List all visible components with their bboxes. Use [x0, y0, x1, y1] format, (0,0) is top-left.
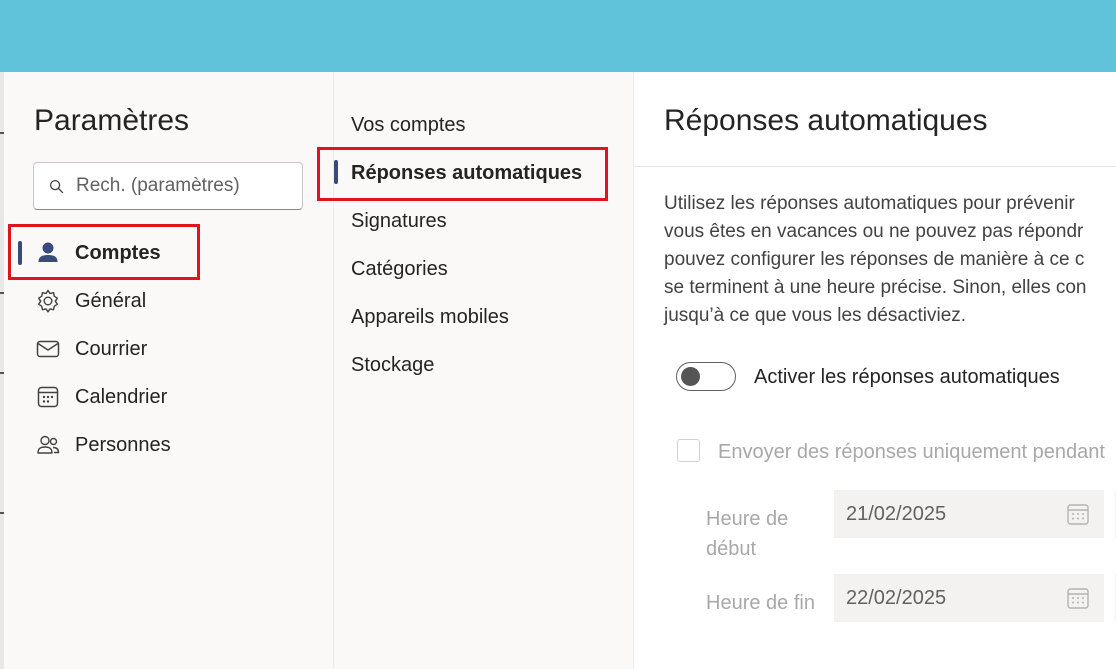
search-icon [48, 178, 64, 194]
sidebar-item-label: Courrier [75, 337, 148, 360]
highlight-box [8, 224, 200, 280]
highlight-box [317, 147, 608, 201]
auto-replies-toggle[interactable] [676, 362, 736, 391]
settings-title: Paramètres [34, 104, 190, 137]
start-time-label: Heure de début [706, 508, 789, 560]
calendar-icon[interactable] [1066, 502, 1090, 526]
toggle-knob [681, 367, 700, 386]
auto-replies-panel: Réponses automatiques Utilisez les répon… [633, 72, 1116, 669]
subnav-item-appareils-mobiles[interactable]: Appareils mobiles [351, 306, 509, 329]
accounts-subnav: Vos comptes Réponses automatiques Signat… [317, 72, 633, 669]
sidebar-item-label: Personnes [75, 433, 171, 456]
send-only-during-checkbox[interactable] [677, 439, 700, 462]
sidebar-item-label: Général [75, 289, 147, 312]
end-date-field[interactable]: 22/02/2025 [834, 574, 1104, 622]
toggle-label: Activer les réponses automatiques [754, 366, 1060, 388]
end-time-label: Heure de fin [706, 592, 815, 614]
subnav-item-signatures[interactable]: Signatures [351, 210, 447, 233]
app-header-bar [0, 0, 1116, 72]
calendar-icon[interactable] [1066, 586, 1090, 610]
subnav-item-vos-comptes[interactable]: Vos comptes [351, 114, 466, 137]
end-date-value: 22/02/2025 [846, 586, 947, 609]
search-input[interactable]: Rech. (paramètres) [76, 175, 240, 197]
people-icon [34, 431, 62, 459]
sidebar-item-label: Calendrier [75, 385, 168, 408]
start-date-field[interactable]: 21/02/2025 [834, 490, 1104, 538]
sidebar-item-calendrier[interactable]: Calendrier [4, 375, 333, 419]
divider [634, 166, 1116, 167]
gear-icon [34, 287, 62, 315]
calendar-icon [34, 383, 62, 411]
sidebar-item-general[interactable]: Général [4, 279, 333, 323]
mail-icon [34, 335, 62, 363]
description-text: Utilisez les réponses automatiques pour … [664, 193, 1087, 326]
subnav-item-stockage[interactable]: Stockage [351, 354, 434, 377]
settings-sidebar: Paramètres Rech. (paramètres) Comptes Gé… [4, 72, 333, 669]
sidebar-item-courrier[interactable]: Courrier [4, 327, 333, 371]
start-date-value: 21/02/2025 [846, 502, 947, 525]
page-title: Réponses automatiques [664, 104, 988, 137]
sidebar-item-personnes[interactable]: Personnes [4, 423, 333, 467]
checkbox-label: Envoyer des réponses uniquement pendant [718, 441, 1105, 463]
subnav-item-categories[interactable]: Catégories [351, 258, 448, 281]
settings-search-box[interactable]: Rech. (paramètres) [33, 162, 303, 210]
